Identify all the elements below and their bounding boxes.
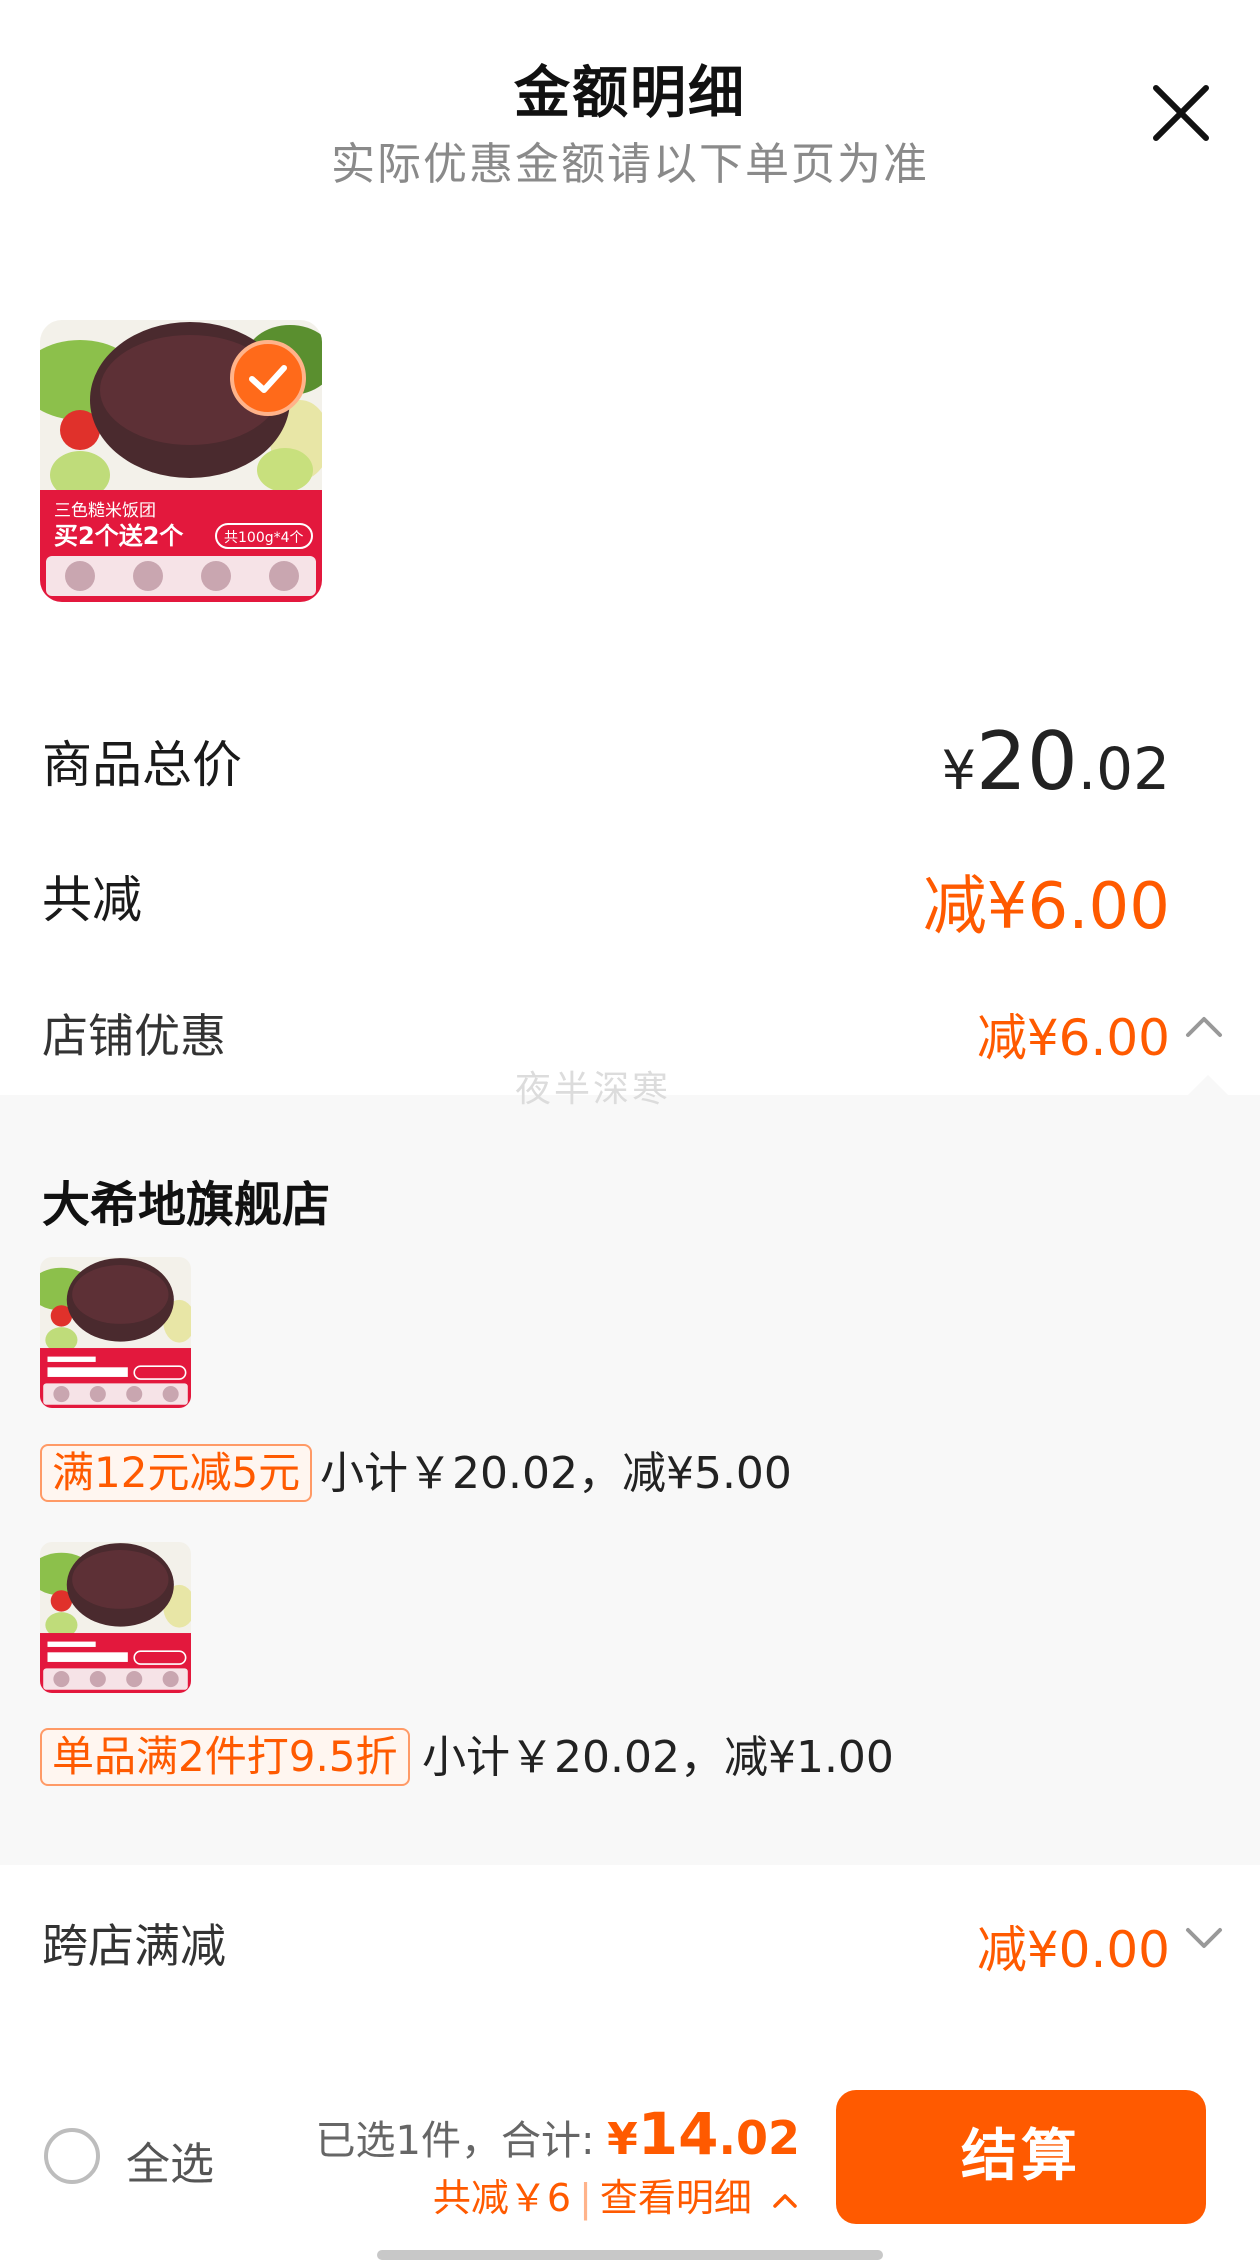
select-all-radio[interactable] bbox=[44, 2128, 100, 2184]
shop-discount-value[interactable]: 减¥6.00 bbox=[977, 998, 1170, 1070]
product-image-offer: 买2个送2个 bbox=[54, 522, 184, 550]
promo-tag: 单品满2件打9.5折 bbox=[40, 1728, 410, 1786]
selected-summary: 已选1件，合计: ¥14.02 bbox=[316, 2100, 800, 2168]
separator: | bbox=[579, 2176, 592, 2220]
promo-product-thumbnail[interactable] bbox=[40, 1542, 191, 1693]
shop-discount-label[interactable]: 店铺优惠 bbox=[42, 1000, 226, 1066]
product-image-name: 三色糙米饭团 bbox=[54, 501, 156, 521]
close-icon[interactable] bbox=[1148, 80, 1214, 146]
shop-name[interactable]: 大希地旗舰店 bbox=[42, 1165, 330, 1235]
product-image-pack: 共100g*4个 bbox=[224, 530, 304, 546]
cross-store-discount-label[interactable]: 跨店满减 bbox=[42, 1910, 226, 1976]
promo-subtotal-text: 小计￥20.02，减¥5.00 bbox=[320, 1448, 792, 1499]
saved-summary: 共减￥6 | 查看明细 bbox=[433, 2167, 800, 2222]
order-total-integer: 14 bbox=[637, 2100, 719, 2168]
chevron-down-icon[interactable] bbox=[1182, 1916, 1226, 1960]
selected-check-icon bbox=[230, 340, 306, 416]
promo-subtotal-text: 小计￥20.02，减¥1.00 bbox=[422, 1732, 894, 1783]
watermark: 夜半深寒 bbox=[515, 1069, 672, 1110]
chevron-up-icon[interactable] bbox=[770, 2186, 800, 2216]
total-price-integer: 20 bbox=[975, 715, 1078, 808]
total-discount-value: 减¥6.00 bbox=[922, 870, 1170, 944]
chevron-up-icon[interactable] bbox=[1182, 1005, 1226, 1049]
amount-detail-sheet: 金额明细 实际优惠金额请以下单页为准 三色糙米饭团 买2个送2个 共100g*4… bbox=[0, 0, 1260, 2265]
selected-count-text: 已选1件，合计: bbox=[315, 2118, 608, 2164]
total-discount-label: 共减 bbox=[42, 871, 142, 929]
total-price-decimal: .02 bbox=[1077, 735, 1170, 803]
order-total-currency: ¥ bbox=[607, 2114, 638, 2165]
saved-amount-text: 共减￥6 bbox=[432, 2176, 572, 2220]
order-total: ¥14.02 bbox=[607, 2100, 800, 2168]
view-details-link[interactable]: 查看明细 bbox=[600, 2176, 752, 2220]
home-indicator bbox=[377, 2250, 883, 2260]
sheet-title: 金额明细 bbox=[514, 61, 746, 126]
cross-store-discount-value[interactable]: 减¥0.00 bbox=[977, 1910, 1170, 1982]
panel-pointer bbox=[1186, 1075, 1230, 1097]
total-price-value: ¥20.02 bbox=[942, 715, 1170, 808]
checkout-button[interactable]: 结算 bbox=[836, 2090, 1206, 2224]
total-price-currency: ¥ bbox=[941, 739, 976, 802]
promo-product-thumbnail[interactable] bbox=[40, 1257, 191, 1408]
sheet-subtitle: 实际优惠金额请以下单页为准 bbox=[331, 139, 929, 190]
select-all-label[interactable]: 全选 bbox=[126, 2128, 214, 2192]
promo-tag: 满12元减5元 bbox=[40, 1444, 313, 1502]
total-price-label: 商品总价 bbox=[42, 736, 242, 794]
order-total-decimal: .02 bbox=[718, 2111, 801, 2165]
